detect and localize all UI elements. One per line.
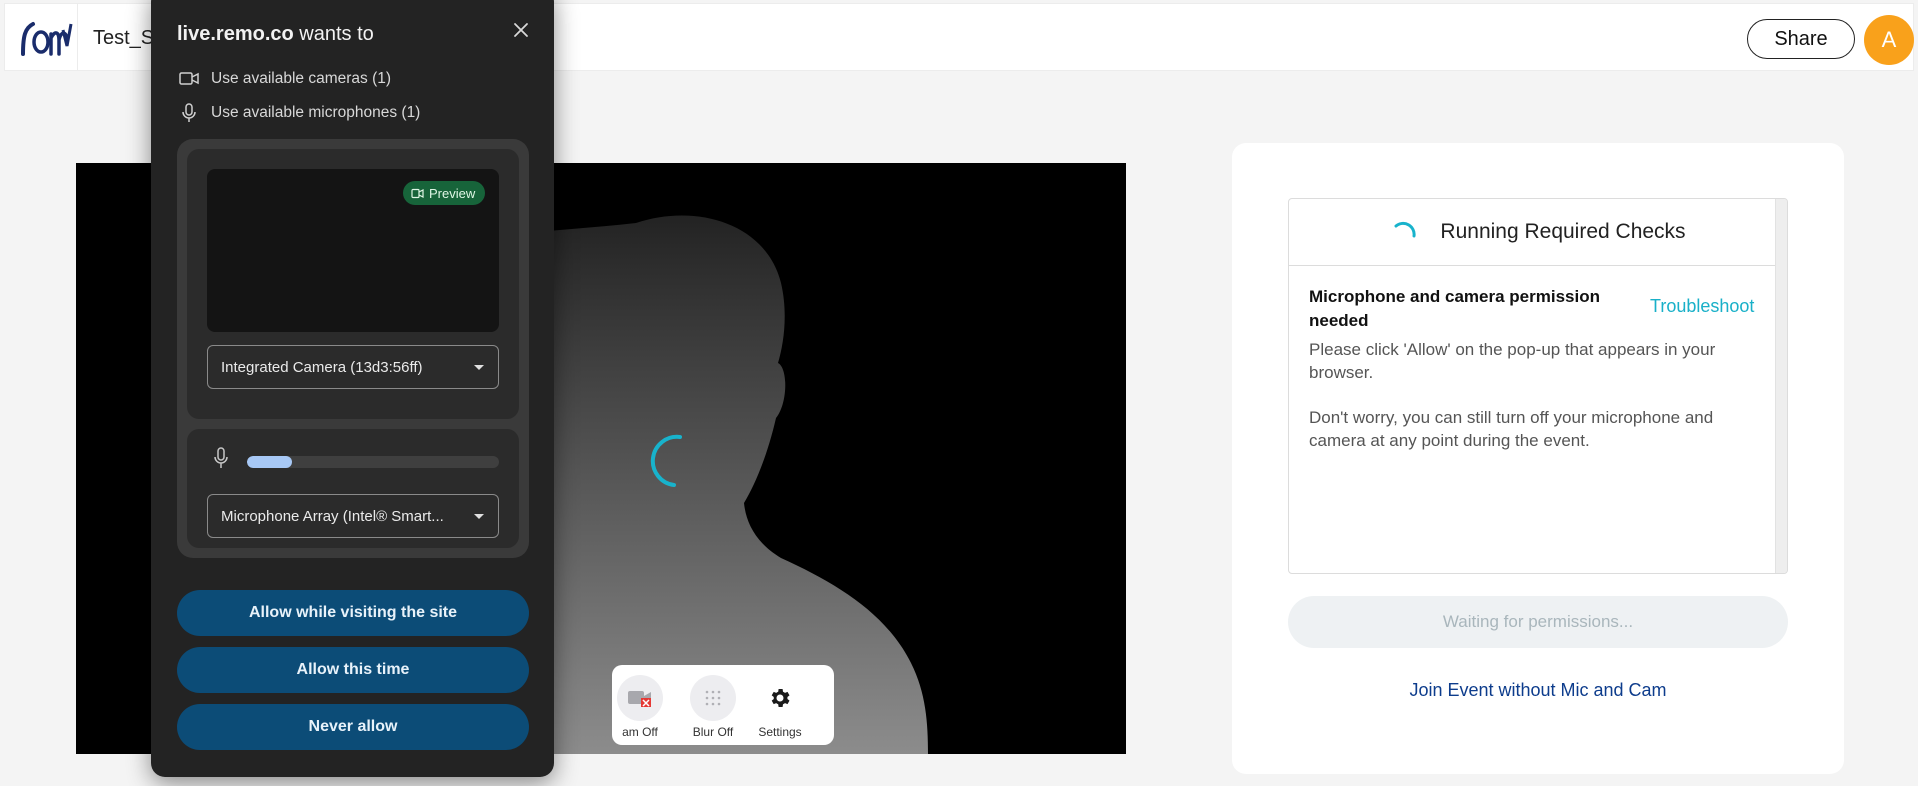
share-button[interactable]: Share — [1747, 19, 1855, 59]
chevron-down-icon — [474, 365, 484, 370]
microphone-icon — [214, 447, 228, 468]
permission-popup: live.remo.co wants to Use available came… — [151, 0, 554, 777]
permission-message-1: Please click 'Allow' on the pop-up that … — [1309, 340, 1716, 382]
camera-preview: Preview — [207, 169, 499, 332]
popup-wants-to: wants to — [299, 23, 374, 45]
permission-message: Please click 'Allow' on the pop-up that … — [1309, 338, 1764, 474]
chevron-down-icon — [474, 514, 484, 519]
permission-mic-row: Use available microphones (1) — [179, 103, 420, 123]
permission-mic-label: Use available microphones (1) — [211, 104, 421, 121]
never-allow-button[interactable]: Never allow — [177, 704, 529, 750]
header-divider — [77, 4, 78, 70]
control-label: Settings — [758, 725, 802, 739]
settings-button[interactable]: Settings — [752, 675, 808, 739]
join-without-media-link[interactable]: Join Event without Mic and Cam — [1288, 680, 1788, 701]
popup-site: live.remo.co — [177, 23, 294, 45]
event-title: Test_S — [93, 27, 155, 49]
scrollbar[interactable] — [1775, 199, 1787, 573]
permission-camera-label: Use available cameras (1) — [211, 70, 392, 87]
camera-toggle[interactable]: am Off — [612, 675, 668, 739]
camera-select[interactable]: Integrated Camera (13d3:56ff) — [207, 345, 499, 389]
microphone-select-value: Microphone Array (Intel® Smart... — [221, 507, 444, 525]
control-label: am Off — [622, 725, 658, 739]
permission-message-2: Don't worry, you can still turn off your… — [1309, 408, 1714, 450]
camera-off-icon — [617, 675, 663, 721]
popup-title: live.remo.co wants to — [177, 23, 374, 46]
allow-this-time-button[interactable]: Allow this time — [177, 647, 529, 693]
camera-select-value: Integrated Camera (13d3:56ff) — [221, 358, 423, 376]
close-icon[interactable] — [509, 18, 533, 42]
microphone-icon — [182, 103, 196, 122]
permission-camera-row: Use available cameras (1) — [179, 70, 391, 88]
mic-level-meter — [247, 456, 499, 468]
preview-badge: Preview — [403, 181, 486, 205]
loading-spinner-icon — [650, 434, 682, 487]
permission-title: Microphone and camera permission needed — [1309, 287, 1600, 330]
blur-icon — [690, 675, 736, 721]
microphone-select[interactable]: Microphone Array (Intel® Smart... — [207, 494, 499, 538]
allow-while-visiting-button[interactable]: Allow while visiting the site — [177, 590, 529, 636]
microphone-card: Microphone Array (Intel® Smart... — [187, 429, 519, 548]
media-controls-bar: am Off Blur Off Settings — [612, 665, 834, 745]
checks-title: Running Required Checks — [1440, 220, 1686, 243]
troubleshoot-link[interactable]: Troubleshoot — [1650, 296, 1754, 317]
loading-spinner-icon — [1394, 221, 1416, 238]
camera-icon — [179, 72, 199, 85]
preview-label: Preview — [429, 185, 476, 201]
device-settings-box: Preview Integrated Camera (13d3:56ff) Mi… — [177, 139, 529, 558]
blur-toggle[interactable]: Blur Off — [685, 675, 741, 739]
mic-level-fill — [247, 456, 293, 468]
checks-header: Running Required Checks — [1289, 199, 1787, 266]
camera-icon — [411, 188, 424, 198]
remo-logo[interactable] — [15, 10, 73, 64]
checks-card: Running Required Checks Microphone and c… — [1288, 198, 1788, 574]
camera-card: Preview Integrated Camera (13d3:56ff) — [187, 149, 519, 419]
gear-icon — [757, 675, 803, 721]
control-label: Blur Off — [692, 725, 734, 739]
waiting-permissions-button[interactable]: Waiting for permissions... — [1288, 596, 1788, 648]
checks-panel: Running Required Checks Microphone and c… — [1232, 143, 1844, 774]
avatar[interactable]: A — [1864, 15, 1914, 65]
